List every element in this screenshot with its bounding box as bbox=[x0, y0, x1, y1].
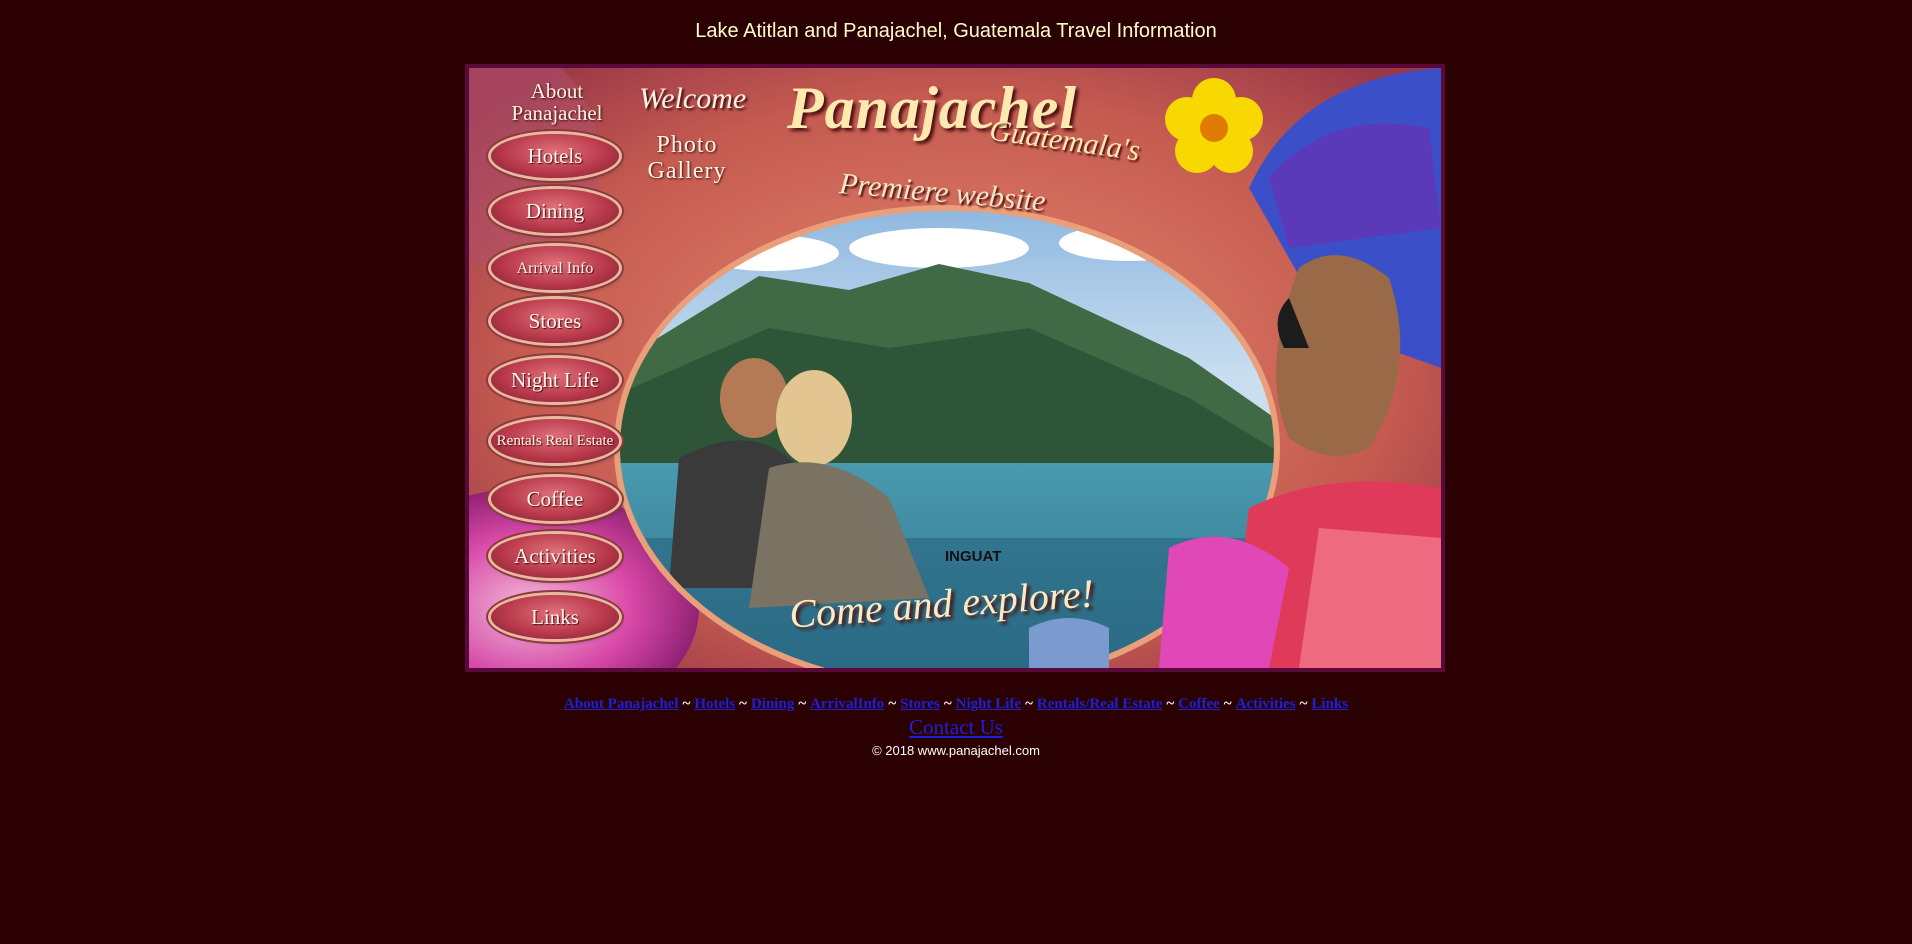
footer-link-about[interactable]: About Panajachel bbox=[564, 696, 679, 712]
footer-link-coffee[interactable]: Coffee bbox=[1178, 696, 1220, 712]
link-separator: ~ bbox=[1299, 696, 1308, 712]
nav-photo-gallery[interactable]: Photo Gallery bbox=[637, 132, 737, 184]
link-separator: ~ bbox=[739, 696, 747, 712]
footer-link-stores[interactable]: Stores bbox=[900, 696, 940, 712]
link-separator: ~ bbox=[943, 696, 952, 712]
page-title: Lake Atitlan and Panajachel, Guatemala T… bbox=[695, 20, 1217, 42]
footer-link-bar: About Panajachel ~ Hotels ~ Dining ~ ArrivalIn… bbox=[0, 696, 1912, 713]
nav-hotels-button[interactable]: Hotels bbox=[491, 134, 619, 178]
footer-link-arrival-info[interactable]: ArrivalInfo bbox=[810, 696, 884, 712]
inguat-logo: INGUAT bbox=[945, 548, 1002, 565]
footer-link-links[interactable]: Links bbox=[1311, 696, 1348, 712]
nav-links-button[interactable]: Links bbox=[491, 595, 619, 639]
contact-us-wrapper: Contact Us bbox=[0, 715, 1912, 740]
nav-stores-button[interactable]: Stores bbox=[491, 299, 619, 343]
link-separator: ~ bbox=[682, 696, 691, 712]
footer-link-activities[interactable]: Activities bbox=[1236, 696, 1296, 712]
footer-link-hotels[interactable]: Hotels bbox=[694, 696, 735, 712]
nav-about-panajachel[interactable]: About Panajachel bbox=[497, 80, 617, 124]
nav-dining-button[interactable]: Dining bbox=[491, 189, 619, 233]
welcome-heading: Welcome bbox=[639, 82, 747, 115]
link-separator: ~ bbox=[1223, 696, 1232, 712]
contact-us-link[interactable]: Contact Us bbox=[909, 715, 1003, 739]
footer-link-night-life[interactable]: Night Life bbox=[956, 696, 1021, 712]
nav-arrival-info-button[interactable]: Arrival Info bbox=[491, 246, 619, 290]
footer-link-rentals[interactable]: Rentals/Real Estate bbox=[1037, 696, 1162, 712]
banner-image-map: About Panajachel Hotels Dining Arrival I… bbox=[465, 64, 1445, 672]
link-separator: ~ bbox=[1025, 696, 1033, 712]
nav-rentals-button[interactable]: Rentals Real Estate bbox=[491, 419, 619, 463]
nav-activities-button[interactable]: Activities bbox=[491, 534, 619, 578]
footer-link-dining[interactable]: Dining bbox=[751, 696, 794, 712]
nav-coffee-button[interactable]: Coffee bbox=[491, 477, 619, 521]
link-separator: ~ bbox=[888, 696, 897, 712]
link-separator: ~ bbox=[1166, 696, 1175, 712]
nav-night-life-button[interactable]: Night Life bbox=[491, 358, 619, 402]
copyright-text: © 2018 www.panajachel.com bbox=[872, 743, 1040, 758]
link-separator: ~ bbox=[798, 696, 807, 712]
banner-nav: About Panajachel Hotels Dining Arrival I… bbox=[469, 68, 649, 668]
